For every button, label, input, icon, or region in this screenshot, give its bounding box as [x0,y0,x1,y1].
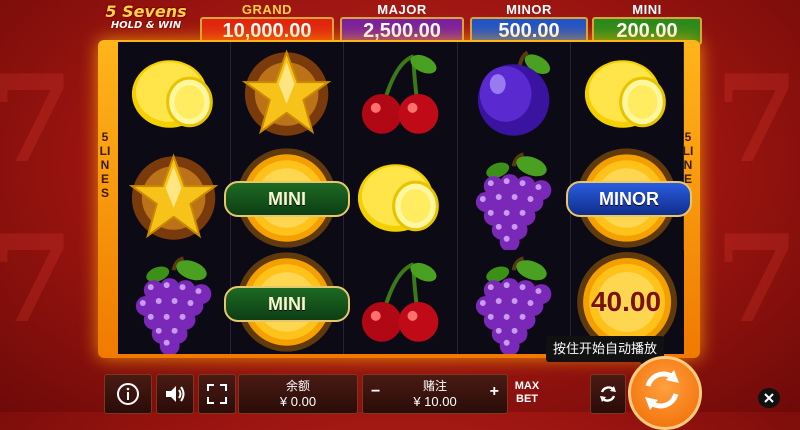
fullscreen-icon [207,384,227,404]
info-button[interactable] [104,374,152,414]
max-bet-button[interactable]: MAX BET [512,380,542,406]
bet-increase-button[interactable]: + [490,383,499,401]
symbol-lemon-icon [571,42,684,146]
bet-decrease-button[interactable]: − [371,383,380,401]
speaker-icon [166,386,185,402]
symbol-grapes-icon [458,146,571,250]
coin-minor-label: MINOR [566,181,692,217]
sound-button[interactable] [156,374,194,414]
symbol-cherry-icon [344,42,458,146]
autoplay-icon [600,386,616,402]
balance-value: ¥ 0.00 [279,394,317,409]
jackpot-major-title: MAJOR [377,2,427,17]
spin-button[interactable] [628,356,702,430]
spin-icon [645,370,679,410]
background-seven: 7 [0,49,74,190]
autoplay-button[interactable] [590,374,626,414]
symbol-plum-icon [458,42,571,146]
symbol-lemon-icon [118,42,232,146]
background-seven: 7 [715,209,799,350]
fullscreen-button[interactable] [198,374,236,414]
balance-label: 余额 [285,379,310,393]
bet-panel: 赌注 ¥ 10.00 − + [362,374,508,414]
symbol-star-icon [118,146,232,250]
symbol-star-icon [231,42,345,146]
jackpot-minor-title: MINOR [506,2,552,17]
balance-panel: 余额 ¥ 0.00 [238,374,358,414]
game-logo: 5 Sevens HOLD & WIN [96,4,196,38]
jackpot-major: MAJOR 2,500.00 [340,2,464,45]
coin-mini-label: MINI [224,286,350,322]
jackpot-grand: GRAND 10,000.00 [200,2,334,45]
jackpot-mini: MINI 200.00 [592,2,702,45]
bet-value: ¥ 10.00 [413,394,457,409]
jackpot-mini-title: MINI [632,2,662,17]
logo-title: 5 Sevens [105,2,187,21]
close-corner-button[interactable] [758,388,780,408]
coin-value-label: 40.00 [590,286,662,317]
symbol-grapes-icon [118,250,232,354]
coin-mini-label: MINI [224,181,350,217]
symbol-cherry-icon [344,250,458,354]
close-icon [764,393,774,403]
background-seven: 7 [715,49,799,190]
jackpot-grand-title: GRAND [241,2,293,17]
background-seven: 7 [0,209,74,350]
lines-label-left: 5 LINES [99,130,111,200]
info-icon [117,383,139,405]
logo-subtitle: HOLD & WIN [110,20,182,31]
symbol-lemon-icon [344,146,458,250]
jackpot-minor: MINOR 500.00 [470,2,588,45]
bet-label: 赌注 [422,379,447,393]
